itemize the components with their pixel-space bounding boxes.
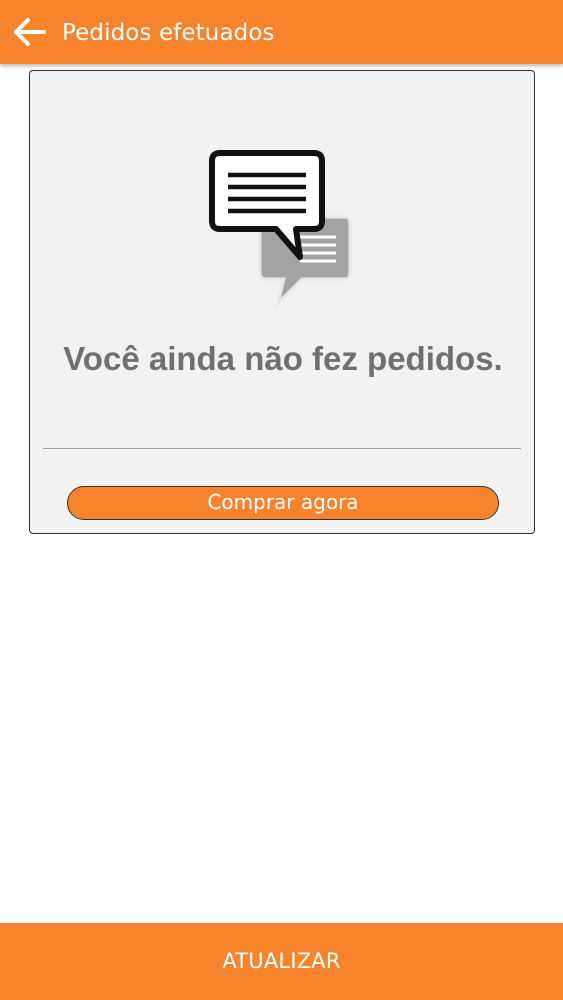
divider (43, 448, 521, 449)
page-title: Pedidos efetuados (62, 20, 275, 46)
refresh-button[interactable]: ATUALIZAR (0, 923, 563, 1000)
empty-orders-card: Você ainda não fez pedidos. Comprar agor… (29, 70, 535, 534)
app-header: Pedidos efetuados (0, 0, 563, 64)
back-button[interactable] (10, 14, 50, 50)
chat-bubbles-icon (209, 150, 352, 308)
empty-state-message: Você ainda não fez pedidos. (30, 339, 536, 379)
empty-state-message-text: Você ainda não fez pedidos. (63, 340, 503, 377)
arrow-left-icon (14, 18, 46, 46)
buy-now-button[interactable]: Comprar agora (67, 486, 499, 520)
app-screen: Pedidos efetuados Você ainda não fez ped… (0, 0, 563, 1000)
